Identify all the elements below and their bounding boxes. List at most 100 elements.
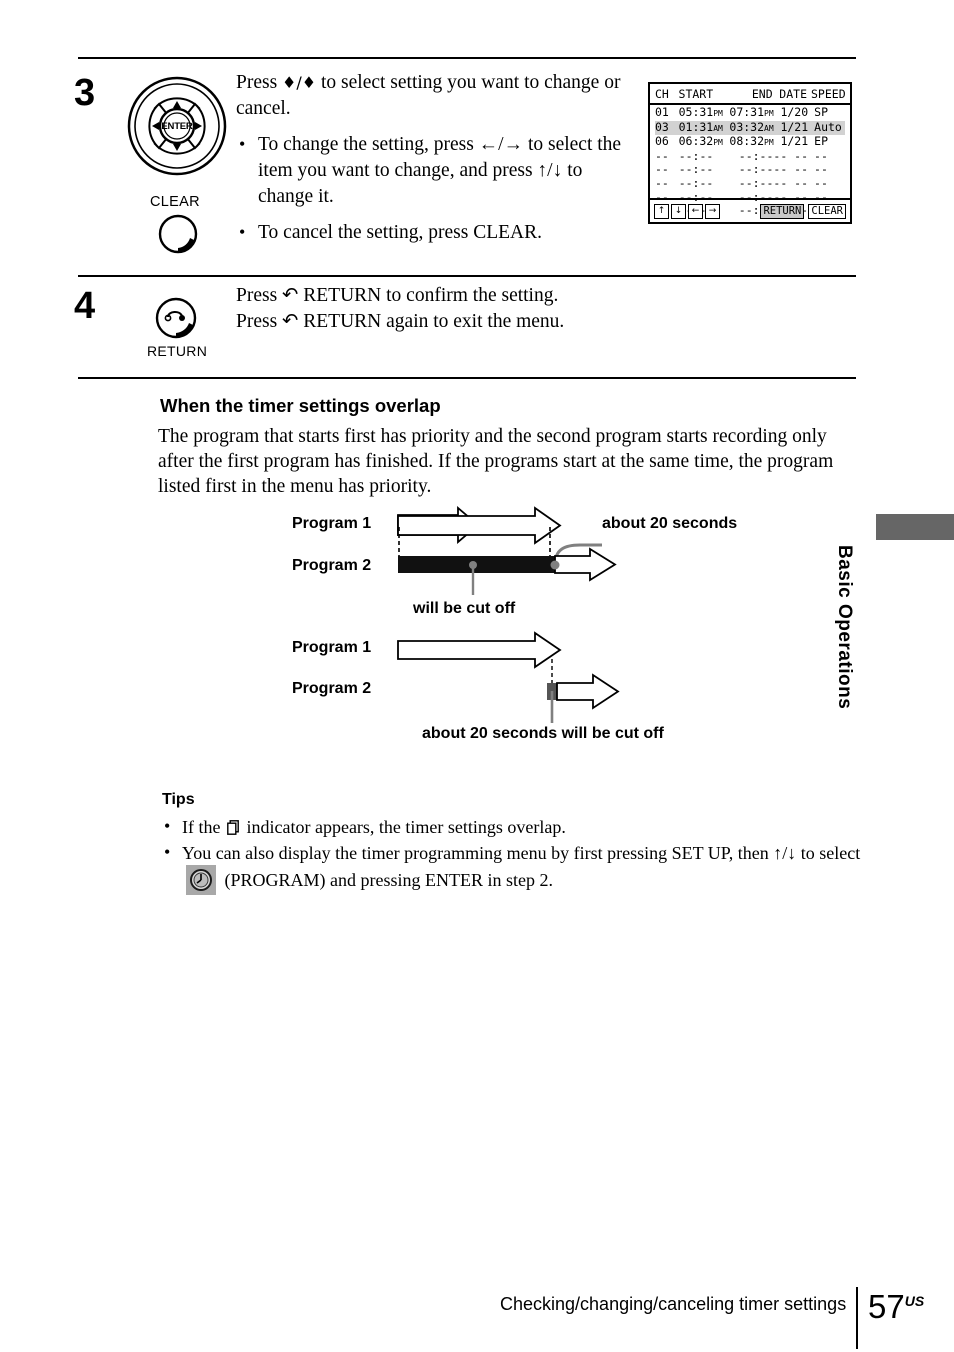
osd-cell-end: --:-- <box>738 175 774 190</box>
step-3-intro-pre: Press <box>236 72 283 93</box>
step-3-bullet-1: To change the setting, press ←/→ to sele… <box>236 131 636 210</box>
section-paragraph: The program that starts first has priori… <box>158 426 834 497</box>
osd-cell-end: 03:32AM <box>729 119 774 134</box>
overlap-diagram-1: Program 1 Program 2 about 20 seconds wil… <box>280 505 800 625</box>
tip-2-pre: You can also display the timer programmi… <box>182 843 861 863</box>
osd-row[interactable]: ----:----:---- ---- <box>655 148 845 164</box>
osd-cell-end: --:-- <box>738 162 774 177</box>
osd-cell-speed: SP <box>814 105 829 119</box>
osd-cell-ch: -- <box>655 162 669 177</box>
osd-ampm: AM <box>764 123 774 133</box>
osd-cell-start: 06:32PM <box>678 134 723 149</box>
clear-button-label: CLEAR <box>150 194 200 210</box>
step-3-bullet-2: To cancel the setting, press CLEAR. <box>236 219 636 246</box>
osd-cell-speed: EP <box>814 134 829 149</box>
tip-item-1: If the indicator appears, the timer sett… <box>162 814 862 839</box>
osd-cell-start: --:-- <box>678 162 714 177</box>
osd-header-date: DATE <box>779 87 807 101</box>
osd-cell-date: 1/21 <box>780 119 809 134</box>
osd-cell-date: 1/20 <box>780 105 809 119</box>
osd-footer-bar: ↑ ↓ ← → RETURN CLEAR <box>650 198 850 222</box>
page-number: 57US <box>868 1288 924 1326</box>
osd-timer-list: CH START END DATE SPEED 01 05:31PM 07:31PM… <box>648 82 852 224</box>
section-heading: When the timer settings overlap <box>160 395 441 416</box>
step-4-number: 4 <box>74 285 96 327</box>
osd-cell-end: 08:32PM <box>729 134 774 149</box>
divider-step3-step4 <box>78 275 856 277</box>
osd-cell-ch: -- <box>655 175 669 190</box>
osd-header-speed: SPEED <box>811 87 846 101</box>
osd-cell-speed: -- <box>814 162 828 177</box>
osd-ampm: PM <box>764 109 774 118</box>
tip-item-2: You can also display the timer programmi… <box>162 840 862 895</box>
page-number-suffix: US <box>904 1293 925 1309</box>
footer-divider <box>856 1287 858 1349</box>
osd-cell-start: 05:31PM <box>678 105 723 119</box>
step-4-line-1: Press ↶ RETURN to confirm the setting. <box>236 285 559 306</box>
osd-cell-end: 07:31PM <box>729 105 774 119</box>
tip-1-post: indicator appears, the timer settings ov… <box>241 817 566 837</box>
step-4-line-2: Press ↶ RETURN again to exit the menu. <box>236 311 565 332</box>
tips-list: If the indicator appears, the timer sett… <box>162 814 862 897</box>
osd-row[interactable]: 01 05:31PM 07:31PM 1/20 SP <box>655 105 845 121</box>
osd-header-start: START <box>678 87 714 101</box>
dpad-enter-control[interactable]: ENTER <box>127 76 227 176</box>
osd-header-end: END <box>751 87 773 101</box>
osd-row[interactable]: 06 06:32PM 08:32PM 1/21 EP <box>655 135 845 150</box>
osd-cell-ch: 01 <box>655 105 669 119</box>
program-timer-icon <box>186 865 216 895</box>
step-3-intro: Press ♦/♦ to select setting you want to … <box>236 70 636 122</box>
step-3-number: 3 <box>74 72 96 114</box>
osd-cell-ch: 06 <box>655 134 669 149</box>
osd-action-buttons: RETURN CLEAR <box>760 203 846 219</box>
osd-cell-start: 01:31AM <box>678 119 723 134</box>
updown-arrow-icon: ♦/♦ <box>282 73 317 92</box>
step-3-body: Press ♦/♦ to select setting you want to … <box>236 70 636 256</box>
section-tab-label: Basic Operations <box>834 545 855 710</box>
osd-column-headers: CH START END DATE SPEED <box>650 84 850 105</box>
osd-row[interactable]: ----:----:---- ---- <box>655 175 845 191</box>
osd-cell-speed: -- <box>814 148 828 163</box>
osd-ampm: AM <box>713 123 723 133</box>
osd-arrow-hints: ↑ ↓ ← → <box>654 203 720 219</box>
step-4-body: Press ↶ RETURN to confirm the setting. P… <box>236 283 656 335</box>
step-3-bullet-list: To change the setting, press ←/→ to sele… <box>236 131 636 246</box>
osd-cell-end: --:-- <box>738 148 774 163</box>
osd-ampm: PM <box>713 138 723 148</box>
osd-cell-speed: Auto <box>814 119 842 134</box>
osd-cell-start: --:-- <box>678 148 714 163</box>
overlap-diagram-2: Program 1 Program 2 about 20 seconds wil… <box>280 625 800 750</box>
osd-cell-date: -- -- <box>773 148 809 163</box>
divider-below-step4 <box>78 377 856 379</box>
osd-cell-date: -- -- <box>773 175 809 190</box>
osd-cell-ch: 03 <box>655 119 669 134</box>
clear-button[interactable] <box>158 214 198 254</box>
osd-ampm: PM <box>764 138 774 148</box>
osd-cell-start: --:-- <box>678 175 714 190</box>
footer-section-title: Checking/changing/canceling timer settin… <box>500 1294 847 1314</box>
osd-cell-speed: -- <box>814 175 828 190</box>
osd-arrow-left-icon[interactable]: ← <box>688 203 703 219</box>
section-tab-bar <box>876 514 954 540</box>
osd-row[interactable]: ----:----:---- ---- <box>655 163 845 177</box>
divider-top <box>78 57 856 59</box>
osd-return-button[interactable]: RETURN <box>760 203 805 219</box>
overlap-indicator-icon <box>227 817 240 835</box>
osd-arrow-up-icon[interactable]: ↑ <box>654 203 669 219</box>
return-button-label: RETURN <box>147 343 208 359</box>
tip-2-post: (PROGRAM) and pressing ENTER in step 2. <box>220 870 553 890</box>
osd-cell-date: 1/21 <box>780 134 809 149</box>
osd-row[interactable]: 03 01:31AM 03:32AM 1/21 Auto <box>655 119 845 136</box>
osd-header-ch: CH <box>655 87 669 101</box>
osd-ampm: PM <box>713 109 723 118</box>
page-number-value: 57 <box>868 1288 905 1325</box>
osd-arrow-right-icon[interactable]: → <box>705 203 720 219</box>
tips-heading: Tips <box>162 791 195 808</box>
osd-arrow-down-icon[interactable]: ↓ <box>671 203 686 219</box>
osd-cell-ch: -- <box>655 148 669 163</box>
manual-page: 3 ENTER CLEAR Press ♦/♦ to select settin… <box>0 0 954 1352</box>
osd-clear-button[interactable]: CLEAR <box>808 203 846 219</box>
enter-button-label: ENTER <box>161 120 193 132</box>
osd-cell-date: -- -- <box>773 162 809 177</box>
return-button[interactable] <box>155 297 197 339</box>
